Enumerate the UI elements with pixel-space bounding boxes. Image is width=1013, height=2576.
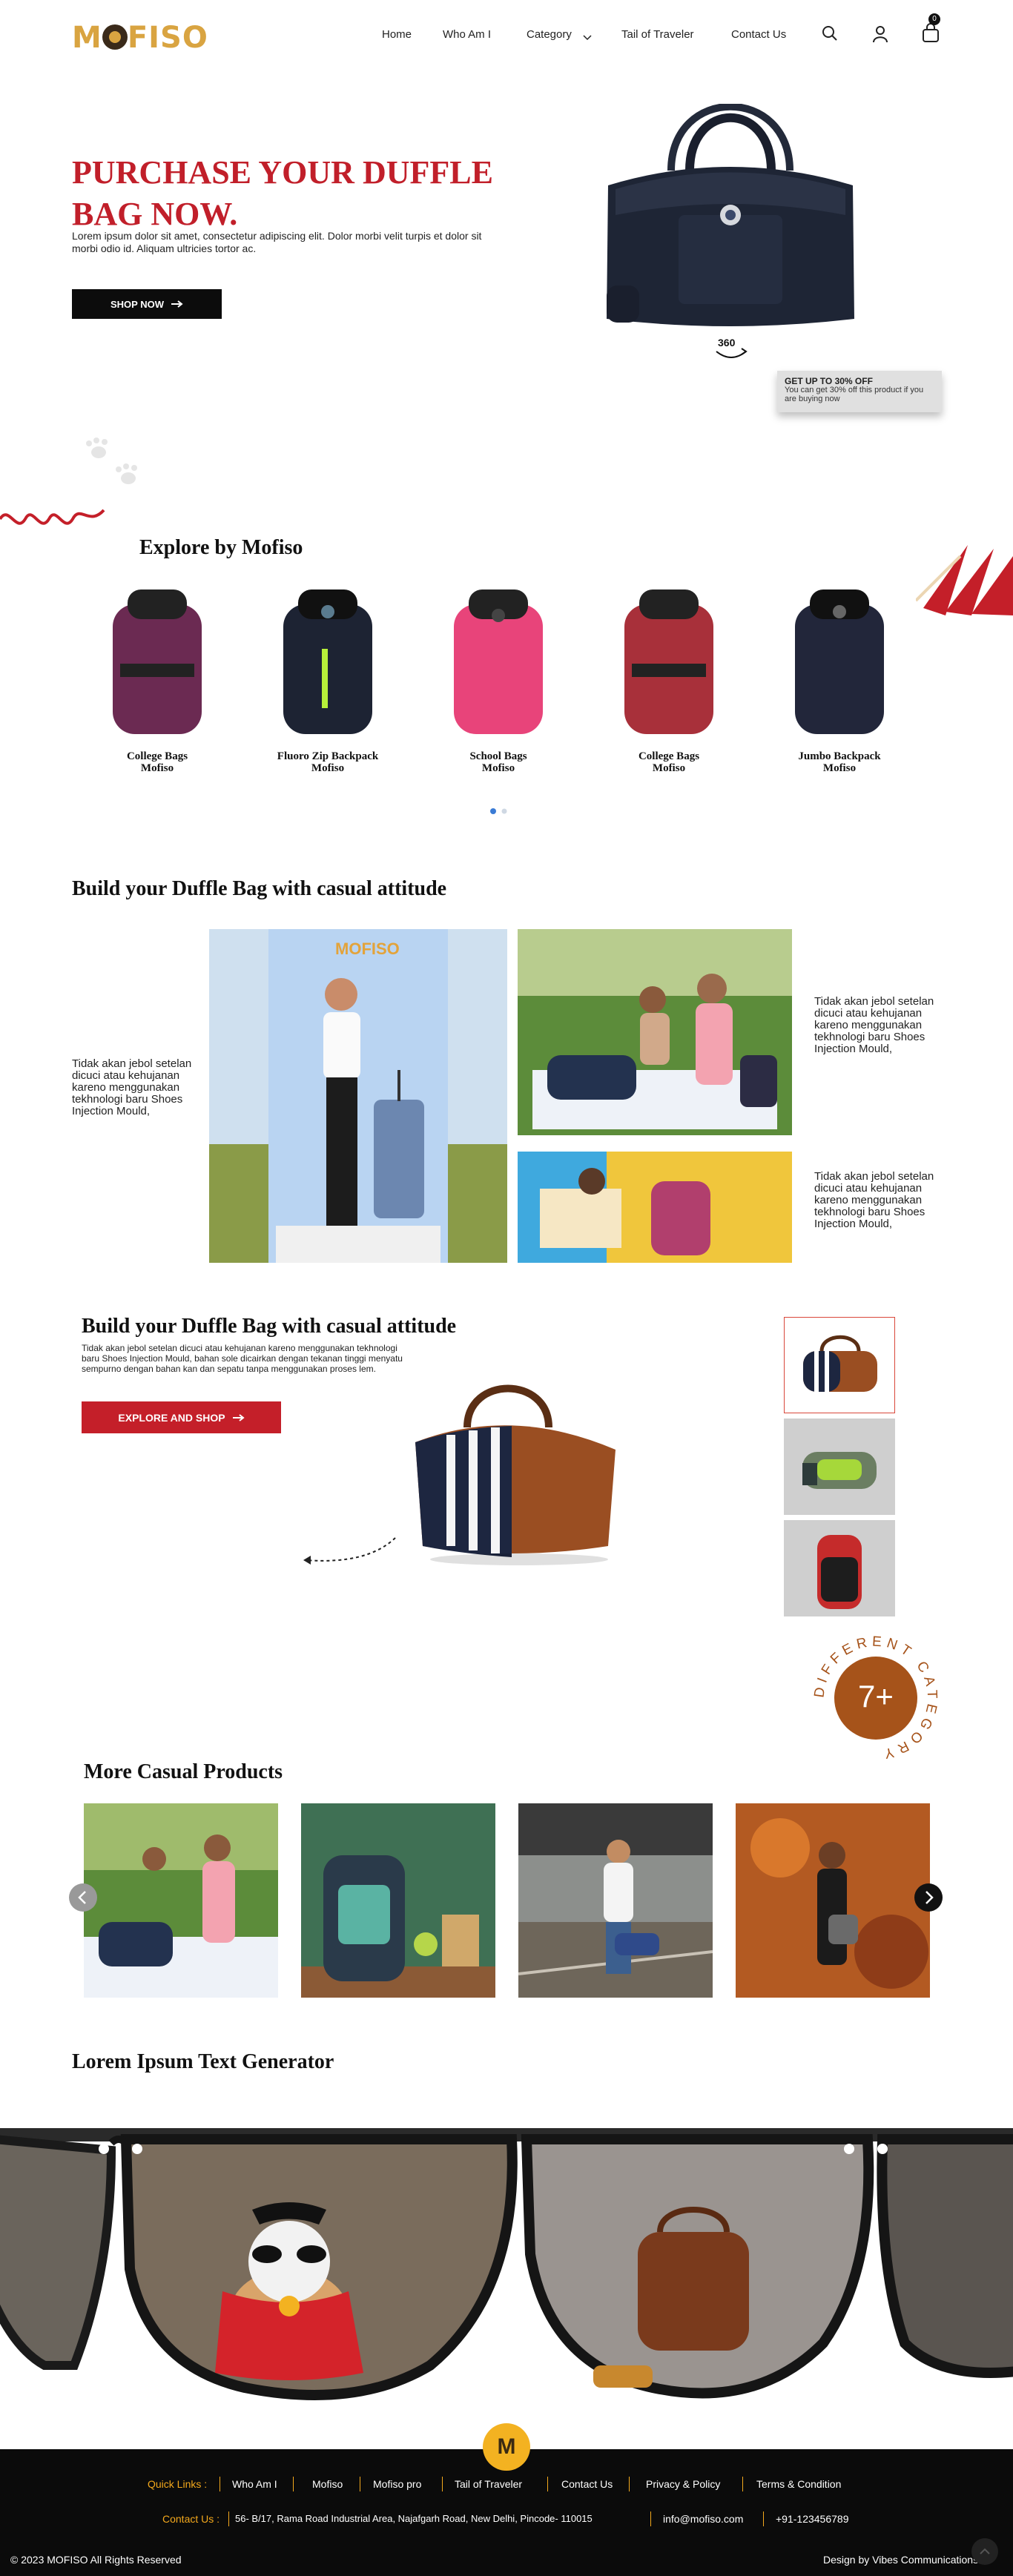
casual-image-school[interactable] (301, 1803, 495, 1998)
site-header: M FISO Home Who Am I Category Tail of Tra… (0, 0, 1013, 74)
build-right-text-2: Tidak akan jebol setelan dicuci atau keh… (814, 1170, 934, 1230)
hero-description: Lorem ipsum dolor sit amet, consectetur … (72, 230, 482, 254)
product-name: College Bags (126, 750, 188, 762)
nav-category[interactable]: Category (527, 28, 572, 41)
scroll-top-button[interactable] (971, 2538, 998, 2565)
carousel-next-button[interactable] (914, 1883, 943, 1912)
grid-image-picnic (518, 929, 792, 1135)
contact-label: Contact Us : (162, 2513, 220, 2525)
product-card[interactable]: College Bags Mofiso (610, 582, 728, 774)
user-icon[interactable] (872, 25, 888, 47)
product-card[interactable]: Jumbo Backpack Mofiso (780, 582, 899, 774)
hero-duffle-bag-image (593, 102, 868, 345)
feature-duffle-bag-image (400, 1375, 638, 1572)
category-badge: DIFFERENT CATEGORY 7+ (807, 1629, 945, 1767)
view-360-icon[interactable]: 360 (713, 335, 749, 363)
nav-who-am-i[interactable]: Who Am I (443, 28, 491, 41)
footer-link-terms[interactable]: Terms & Condition (756, 2478, 841, 2490)
chevron-left-icon (78, 1891, 86, 1904)
promo-card: GET UP TO 30% OFF You can get 30% off th… (777, 371, 942, 412)
feature-title: Build your Duffle Bag with casual attitu… (82, 1315, 457, 1338)
product-brand: Mofiso (822, 762, 857, 774)
dashed-arrow-decoration (300, 1535, 397, 1572)
product-name: School Bags (469, 750, 527, 762)
cart-count-badge: 0 (928, 13, 940, 25)
build-left-text: Tidak akan jebol setelan dicuci atau keh… (72, 1057, 192, 1117)
sunglasses-banner (0, 2121, 1013, 2432)
cart-icon[interactable] (921, 22, 940, 47)
chevron-right-icon (925, 1891, 934, 1904)
footer-link-who-am-i[interactable]: Who Am I (232, 2478, 277, 2490)
carousel-dots[interactable] (489, 805, 509, 819)
product-card[interactable]: College Bags Mofiso (98, 582, 217, 774)
product-brand: Mofiso (140, 762, 174, 774)
build-title: Build your Duffle Bag with casual attitu… (72, 877, 447, 900)
search-icon[interactable] (822, 25, 838, 45)
feature-text: Tidak akan jebol setelan dicuci atau keh… (82, 1343, 403, 1374)
grid-image-traveler: MOFISO (209, 929, 507, 1263)
footer-link-contact-us[interactable]: Contact Us (561, 2478, 613, 2490)
lorem-title: Lorem Ipsum Text Generator (72, 2050, 334, 2073)
squiggle-decoration (0, 497, 111, 538)
explore-title: Explore by Mofiso (139, 536, 303, 559)
hero-title: PURCHASE YOUR DUFFLE BAG NOW. (72, 154, 493, 232)
arrow-right-icon (232, 1412, 245, 1424)
chevron-up-icon (980, 2548, 990, 2554)
product-brand: Mofiso (311, 762, 345, 774)
nav-tail-of-traveler[interactable]: Tail of Traveler (621, 28, 694, 41)
casual-image-station[interactable] (518, 1803, 713, 1998)
thumbnail-gym-bag[interactable] (784, 1419, 895, 1515)
paw-prints-decoration (80, 437, 154, 501)
footer-email[interactable]: info@mofiso.com (663, 2513, 743, 2525)
carousel-prev-button[interactable] (69, 1883, 97, 1912)
product-name: College Bags (638, 750, 700, 762)
more-title: More Casual Products (84, 1760, 283, 1783)
nav-home[interactable]: Home (382, 28, 412, 41)
casual-image-picnic[interactable] (84, 1803, 278, 1998)
quick-links-label: Quick Links : (148, 2478, 208, 2490)
promo-text: You can get 30% off this product if you … (785, 386, 924, 403)
shop-now-button[interactable]: SHOP NOW (72, 289, 222, 319)
product-name: Fluoro Zip Backpack (277, 750, 379, 762)
product-brand: Mofiso (481, 762, 515, 774)
chevron-down-icon[interactable] (583, 31, 592, 44)
view-360-label: 360 (718, 337, 736, 349)
grid-image-reading (518, 1152, 792, 1263)
product-card[interactable]: Fluoro Zip Backpack Mofiso (268, 582, 387, 774)
arrow-right-icon (171, 299, 183, 310)
badge-number: 7+ (858, 1679, 894, 1714)
build-right-text-1: Tidak akan jebol setelan dicuci atau keh… (814, 995, 934, 1055)
copyright: © 2023 MOFISO All Rights Reserved (10, 2554, 182, 2566)
product-name: Jumbo Backpack (798, 750, 881, 762)
footer-link-mofiso-pro[interactable]: Mofiso pro (373, 2478, 421, 2490)
thumbnail-trekking-bag[interactable] (784, 1520, 895, 1616)
promo-title: GET UP TO 30% OFF (785, 376, 873, 386)
product-card[interactable]: School Bags Mofiso (439, 582, 558, 774)
footer-logo-badge[interactable]: M (483, 2423, 530, 2471)
thumbnail-duffle[interactable] (784, 1317, 895, 1413)
footer-phone[interactable]: +91-123456789 (776, 2513, 849, 2525)
explore-and-shop-button[interactable]: EXPLORE AND SHOP (82, 1401, 281, 1433)
grid-logo: MOFISO (335, 939, 400, 958)
claw-marks-decoration (914, 534, 1013, 619)
footer-link-mofiso[interactable]: Mofiso (312, 2478, 343, 2490)
designer-credit: Design by Vibes Communications (823, 2554, 979, 2566)
footer-link-privacy-policy[interactable]: Privacy & Policy (646, 2478, 720, 2490)
logo[interactable]: M FISO (72, 21, 208, 55)
explore-and-shop-label: EXPLORE AND SHOP (118, 1411, 225, 1424)
footer-address: 56- B/17, Rama Road Industrial Area, Naj… (235, 2513, 593, 2524)
casual-image-autumn[interactable] (736, 1803, 930, 1998)
footer-link-tail-of-traveler[interactable]: Tail of Traveler (455, 2478, 522, 2490)
product-brand: Mofiso (652, 762, 686, 774)
nav-contact-us[interactable]: Contact Us (731, 28, 786, 41)
shop-now-label: SHOP NOW (110, 298, 164, 310)
